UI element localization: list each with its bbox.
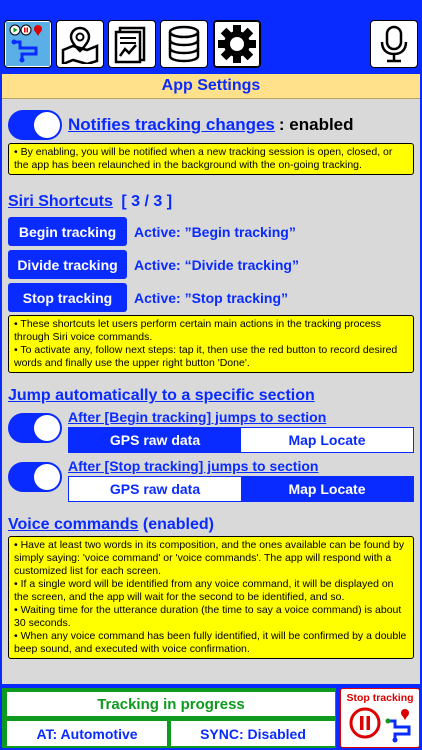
database-icon [168, 25, 200, 63]
toggle-knob [34, 112, 60, 138]
divide-tracking-shortcut-button[interactable]: Divide tracking [8, 250, 127, 279]
notifications-note: • By enabling, you will be notified when… [8, 143, 414, 175]
jump-section-title: Jump automatically to a specific section [8, 387, 414, 405]
jump-begin-row: After [Begin tracking] jumps to section … [8, 409, 414, 453]
tracking-app-button[interactable] [4, 20, 52, 68]
siri-note-line: • These shortcuts let users perform cert… [14, 318, 382, 343]
voice-note-line: • When any voice command has been fully … [14, 630, 407, 655]
report-button[interactable] [108, 20, 156, 68]
shortcut-active-text: Active: ”Begin tracking” [134, 223, 296, 240]
notifications-note-text: • By enabling, you will be notified when… [14, 146, 393, 171]
voice-section-title: Voice commands (enabled) [8, 516, 414, 534]
tracking-status: Tracking in progress [7, 692, 335, 716]
toggle-knob [34, 464, 60, 490]
siri-section-title: Siri Shortcuts [ 3 / 3 ] [8, 193, 414, 211]
shortcut-row: Stop tracking Active: ”Stop tracking” [8, 283, 414, 312]
settings-button[interactable] [213, 20, 261, 68]
voice-note-line: • Have at least two words in its composi… [14, 539, 405, 577]
voice-button[interactable] [370, 20, 418, 68]
begin-tracking-shortcut-button[interactable]: Begin tracking [8, 217, 127, 246]
voice-note: • Have at least two words in its composi… [8, 536, 414, 659]
voice-note-line: • Waiting time for the utterance duratio… [14, 604, 402, 629]
jump-begin-segmented-control: GPS raw data Map Locate [68, 427, 414, 453]
voice-status: (enabled) [138, 516, 214, 533]
jump-begin-toggle[interactable] [8, 413, 62, 443]
panel-title: App Settings [2, 74, 420, 99]
segment-gps-raw-data[interactable]: GPS raw data [69, 428, 241, 452]
stop-tracking-shortcut-button[interactable]: Stop tracking [8, 283, 127, 312]
notifications-label[interactable]: Notifies tracking changes [68, 115, 275, 135]
database-button[interactable] [160, 20, 208, 68]
jump-begin-controls: After [Begin tracking] jumps to section … [68, 409, 414, 453]
voice-title: Voice commands [8, 516, 139, 533]
tracking-app-icon [6, 22, 50, 66]
stop-pause-icon [349, 707, 381, 739]
map-icon [61, 26, 99, 64]
shortcut-row: Divide tracking Active: “Divide tracking… [8, 250, 414, 279]
report-icon [114, 26, 146, 64]
voice-note-line: • If a single word will be identified fr… [14, 578, 394, 603]
microphone-icon [380, 25, 408, 63]
jump-stop-segmented-control: GPS raw data Map Locate [68, 476, 414, 502]
shortcut-row: Begin tracking Active: ”Begin tracking” [8, 217, 414, 246]
shortcut-active-text: Active: ”Stop tracking” [134, 289, 289, 306]
segment-map-locate[interactable]: Map Locate [241, 428, 413, 452]
toggle-knob [34, 415, 60, 441]
top-toolbar [0, 0, 422, 74]
settings-panel: App Settings Notifies tracking changes :… [2, 74, 420, 684]
notifications-status: : enabled [278, 115, 354, 134]
jump-title: Jump automatically to a specific section [8, 387, 315, 404]
stop-tracking-button[interactable]: Stop tracking [340, 688, 420, 748]
jump-stop-label: After [Stop tracking] jumps to section [68, 458, 319, 474]
siri-title: Siri Shortcuts [8, 193, 113, 210]
map-button[interactable] [56, 20, 104, 68]
segment-map-locate[interactable]: Map Locate [241, 477, 413, 501]
jump-stop-toggle[interactable] [8, 462, 62, 492]
app-screen: App Settings Notifies tracking changes :… [0, 0, 422, 750]
stop-tracking-label: Stop tracking [346, 692, 414, 704]
activity-type: AT: Automotive [7, 721, 167, 746]
siri-count: [ 3 / 3 ] [121, 193, 173, 210]
bottom-bar: Tracking in progress AT: Automotive SYNC… [0, 686, 422, 750]
settings-content: Notifies tracking changes : enabled • By… [2, 109, 420, 659]
route-icon [385, 709, 411, 743]
shortcut-active-text: Active: “Divide tracking” [134, 256, 299, 273]
tracking-status-box: Tracking in progress AT: Automotive SYNC… [2, 688, 336, 748]
notifications-toggle[interactable] [8, 110, 62, 140]
sync-status: SYNC: Disabled [171, 721, 335, 746]
notifications-row: Notifies tracking changes : enabled [8, 109, 414, 141]
siri-note-line: • To activate any, follow next steps: ta… [14, 344, 398, 369]
jump-stop-row: After [Stop tracking] jumps to section G… [8, 458, 414, 502]
siri-note: • These shortcuts let users perform cert… [8, 315, 414, 373]
settings-icon [218, 25, 256, 63]
segment-gps-raw-data[interactable]: GPS raw data [69, 477, 241, 501]
jump-stop-controls: After [Stop tracking] jumps to section G… [68, 458, 414, 502]
jump-begin-label: After [Begin tracking] jumps to section [68, 409, 327, 425]
